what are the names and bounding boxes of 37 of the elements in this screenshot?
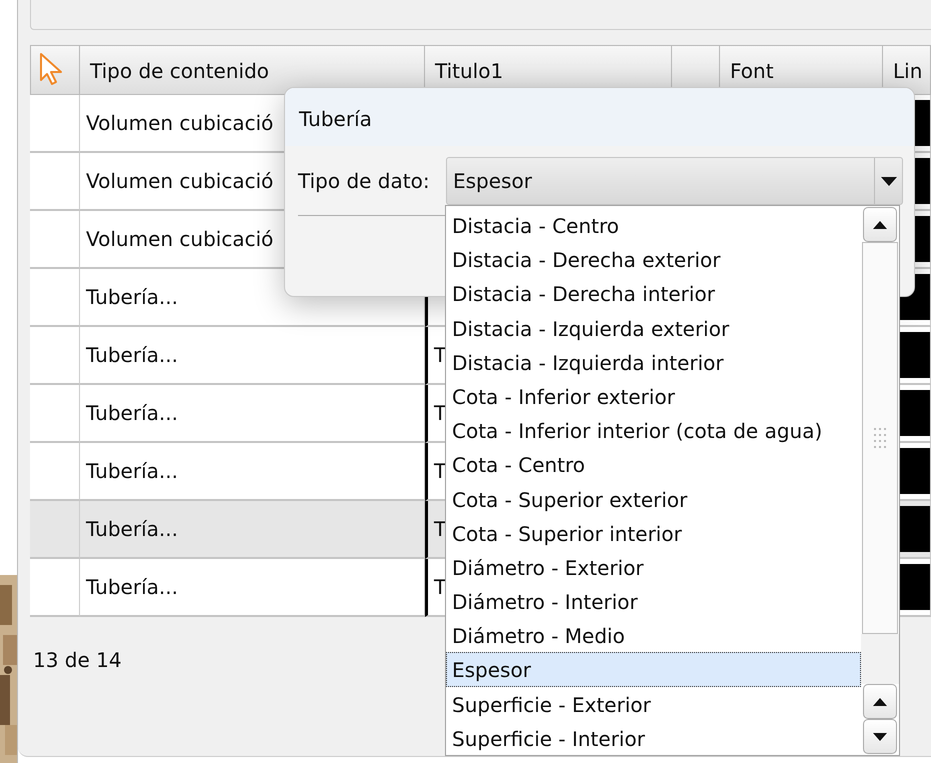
row-header-cell[interactable] (30, 501, 80, 559)
row-header-cell[interactable] (30, 211, 80, 269)
pointer-icon (39, 52, 65, 86)
dropdown-option[interactable]: Distacia - Centro (446, 208, 861, 242)
down-arrow-icon (873, 732, 887, 740)
dropdown-option[interactable]: Superficie - Interior (446, 720, 861, 755)
row-header-cell[interactable] (30, 385, 80, 443)
table-cell: Tubería... (80, 559, 425, 617)
record-count: 13 de 14 (33, 647, 122, 674)
table-cell: Tubería... (80, 443, 425, 501)
dialog-title: Tubería (285, 88, 914, 146)
row-header-cell[interactable] (30, 269, 80, 327)
dropdown-field[interactable]: Espesor (446, 157, 903, 205)
dropdown-option[interactable]: Superficie - Exterior (446, 686, 861, 721)
row-header-cell[interactable] (30, 559, 80, 617)
scroll-down-button[interactable] (863, 719, 897, 754)
column-header[interactable] (30, 45, 80, 95)
dropdown-option[interactable]: Distacia - Derecha exterior (446, 242, 861, 276)
scroll-up-button[interactable] (863, 684, 897, 719)
up-arrow-icon (873, 220, 887, 228)
column-header[interactable]: Tipo de contenido (80, 45, 425, 95)
scroll-up-button[interactable] (863, 207, 897, 242)
scroll-thumb[interactable] (862, 242, 898, 634)
grip-icon (874, 428, 886, 448)
row-header-cell[interactable] (30, 443, 80, 501)
row-header-cell[interactable] (30, 153, 80, 211)
up-arrow-icon (873, 698, 887, 706)
column-header[interactable]: Lin (883, 45, 931, 95)
row-header-cell[interactable] (30, 327, 80, 385)
dropdown-option[interactable]: Diámetro - Medio (446, 618, 861, 652)
row-header-cell[interactable] (30, 95, 80, 153)
table-cell: Tubería... (80, 501, 425, 559)
table-cell: Tubería... (80, 385, 425, 443)
table-cell: Tubería... (80, 327, 425, 385)
caret-icon (880, 176, 896, 186)
dropdown-option[interactable]: Distacia - Derecha interior (446, 276, 861, 311)
dropdown-option[interactable]: Espesor (446, 652, 861, 687)
